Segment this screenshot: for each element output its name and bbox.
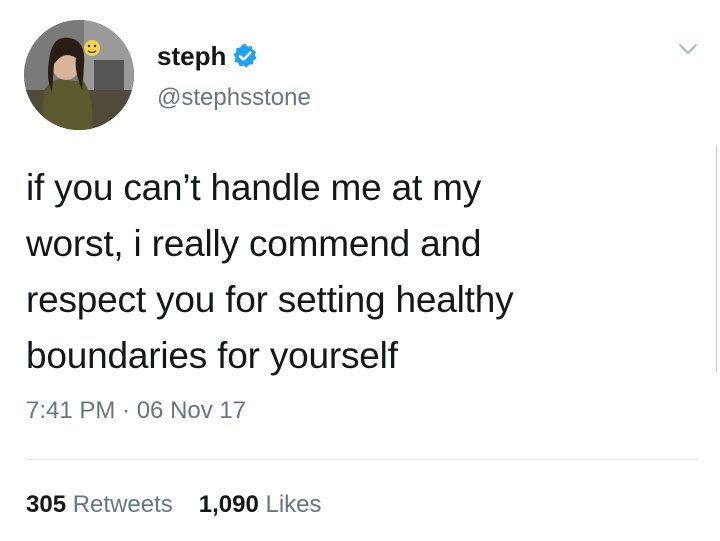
tweet-text-line: worst, i really commend and	[26, 223, 482, 264]
like-count: 1,090	[198, 491, 259, 518]
like-label: Likes	[265, 491, 322, 518]
verified-badge-icon	[232, 43, 258, 69]
tweet-timestamp[interactable]: 7:41 PM · 06 Nov 17	[26, 395, 246, 427]
retweet-stat[interactable]: 305 Retweets	[26, 489, 173, 521]
tweet-text: if you can’t handle me at my worst, i re…	[26, 160, 696, 384]
author-name-row[interactable]: steph	[157, 40, 258, 72]
retweet-count: 305	[26, 491, 67, 518]
tweet-text-line: if you can’t handle me at my	[26, 167, 482, 208]
divider	[26, 459, 698, 460]
engagement-stats: 305 Retweets 1,090 Likes	[26, 489, 322, 521]
author-handle[interactable]: @stephsstone	[157, 83, 311, 113]
scrollbar-edge	[716, 146, 720, 372]
avatar[interactable]	[24, 20, 134, 130]
like-stat[interactable]: 1,090 Likes	[199, 489, 322, 521]
tweet-card: steph @stephsstone if you can’t handle m…	[0, 0, 720, 541]
display-name[interactable]: steph	[157, 40, 226, 72]
tweet-text-line: boundaries for yourself	[26, 335, 398, 376]
tweet-text-line: respect you for setting healthy	[26, 279, 514, 320]
chevron-down-icon[interactable]	[677, 38, 699, 60]
retweet-label: Retweets	[72, 491, 173, 518]
